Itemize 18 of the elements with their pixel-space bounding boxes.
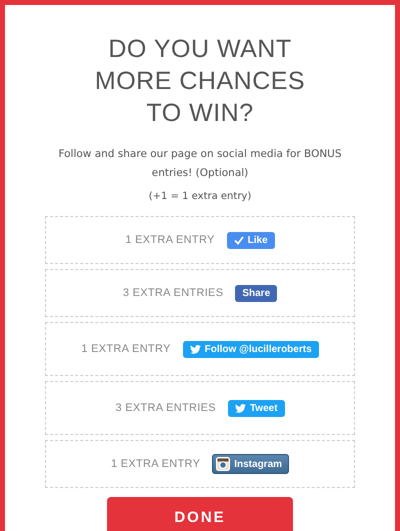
entry-label: 1 EXTRA ENTRY xyxy=(81,343,171,355)
entry-label: 3 EXTRA ENTRIES xyxy=(115,402,216,414)
social-button[interactable]: Share xyxy=(235,284,278,302)
done-button[interactable]: DONE xyxy=(107,497,293,531)
description: Follow and share our page on social media for BONUS entries! (Optional) xyxy=(57,147,343,181)
entry-label: 1 EXTRA ENTRY xyxy=(125,234,215,246)
camera-icon xyxy=(216,457,230,471)
note: (+1 = 1 extra entry) xyxy=(148,191,252,202)
social-button[interactable]: Instagram xyxy=(212,454,290,474)
entry-label: 1 EXTRA ENTRY xyxy=(110,458,200,470)
heading: DO YOU WANT MORE CHANCES TO WIN? xyxy=(94,34,306,129)
bird-icon xyxy=(234,404,246,412)
entry-label: 3 EXTRA ENTRIES xyxy=(122,287,224,299)
social-button[interactable]: Tweet xyxy=(228,400,285,416)
bird-icon xyxy=(190,344,201,354)
social-button[interactable]: Like xyxy=(226,232,275,248)
check-icon xyxy=(234,236,244,244)
social-button[interactable]: Follow @lucilleroberts xyxy=(182,340,319,358)
